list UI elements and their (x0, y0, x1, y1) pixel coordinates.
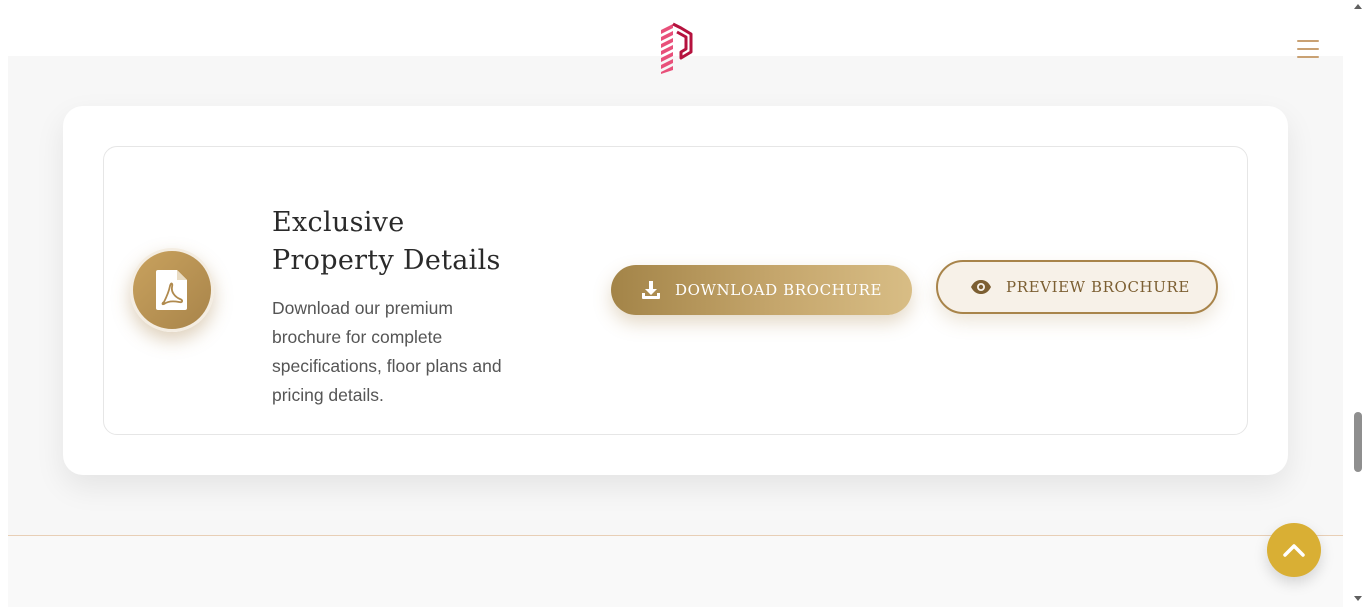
download-brochure-button[interactable]: DOWNLOAD BROCHURE (611, 265, 912, 315)
scroll-up-arrow-icon[interactable] (1354, 4, 1362, 9)
scroll-to-top-button[interactable] (1267, 523, 1321, 577)
download-icon (642, 281, 660, 299)
brochure-title: Exclusive Property Details (272, 204, 532, 280)
scroll-down-arrow-icon[interactable] (1354, 596, 1362, 601)
next-section (8, 535, 1343, 607)
title-line-2: Property Details (272, 245, 501, 276)
preview-brochure-label: PREVIEW BROCHURE (1006, 278, 1190, 296)
hamburger-menu-icon[interactable] (1297, 40, 1319, 60)
eye-icon (971, 280, 991, 294)
site-header (0, 0, 1350, 74)
pdf-icon-badge (130, 248, 214, 332)
page-scrollbar[interactable] (1350, 0, 1366, 607)
preview-brochure-button[interactable]: PREVIEW BROCHURE (936, 260, 1218, 314)
building-logo-icon[interactable] (657, 22, 693, 74)
scrollbar-thumb[interactable] (1354, 412, 1362, 472)
brochure-description: Download our premium brochure for comple… (272, 298, 502, 405)
pdf-file-icon (156, 270, 187, 310)
download-brochure-label: DOWNLOAD BROCHURE (675, 281, 883, 299)
title-line-1: Exclusive (272, 207, 405, 238)
chevron-up-icon (1283, 544, 1305, 557)
